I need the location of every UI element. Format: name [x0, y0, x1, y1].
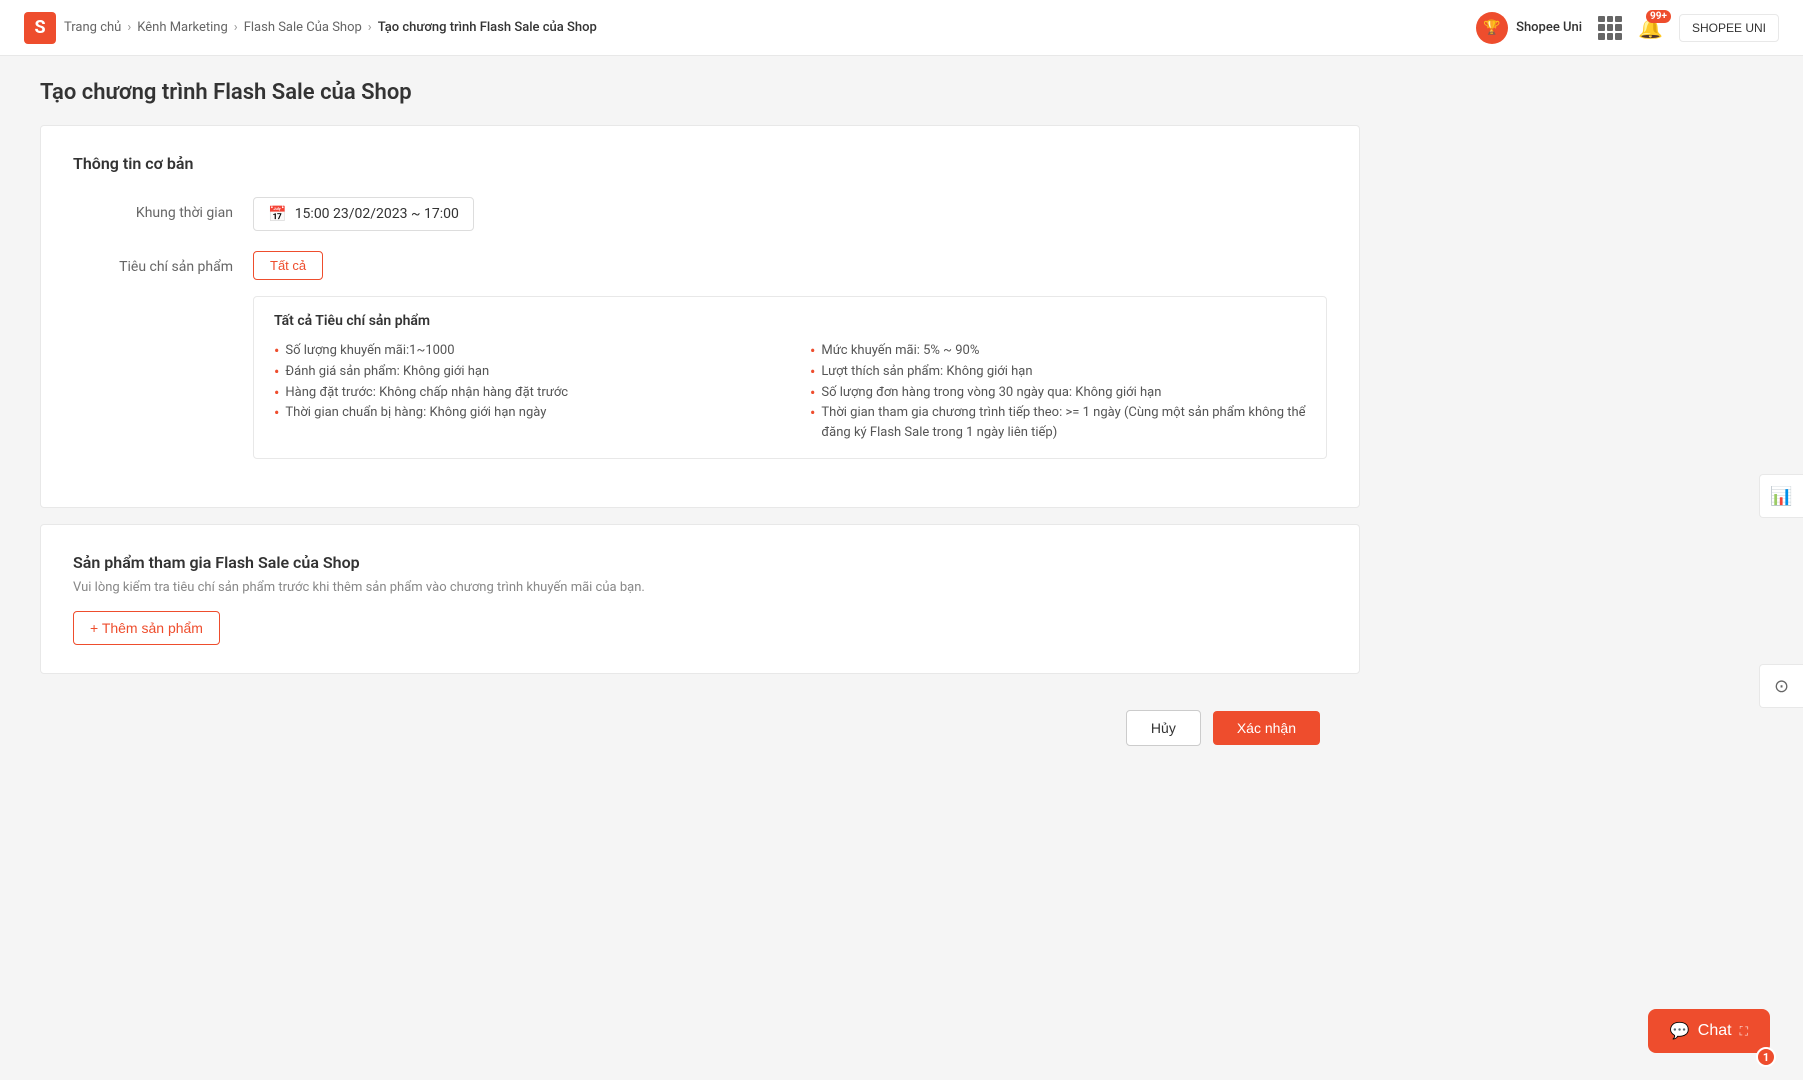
- grid-dot: [1615, 16, 1622, 23]
- breadcrumb-item-flashsale[interactable]: Flash Sale Của Shop: [244, 20, 362, 35]
- grid-apps-icon[interactable]: [1598, 16, 1622, 40]
- grid-dot: [1598, 24, 1605, 31]
- time-label: Khung thời gian: [73, 197, 253, 221]
- analytics-icon: 📊: [1770, 486, 1792, 507]
- time-row: Khung thời gian 📅 15:00 23/02/2023 ~ 17:…: [73, 197, 1327, 231]
- add-product-button[interactable]: + Thêm sản phẩm: [73, 611, 220, 645]
- criteria-item-text: Số lượng khuyến mãi:1~1000: [285, 341, 454, 361]
- products-card: Sản phẩm tham gia Flash Sale của Shop Vu…: [40, 524, 1360, 674]
- criteria-box: Tất cả Tiêu chí sản phẩm • Số lượng khuy…: [253, 296, 1327, 459]
- bullet-icon: •: [810, 362, 815, 383]
- basic-info-title: Thông tin cơ bản: [73, 154, 1327, 173]
- criteria-col-right: • Mức khuyến mãi: 5% ~ 90% • Lượt thích …: [810, 341, 1306, 442]
- header-right: 🏆 Shopee Uni 🔔 99+ SHOPEE UNI: [1476, 12, 1779, 44]
- bullet-icon: •: [810, 403, 815, 424]
- criteria-row: Tiêu chí sản phẩm Tất cả Tất cả Tiêu chí…: [73, 251, 1327, 459]
- bullet-icon: •: [274, 362, 279, 383]
- bullet-icon: •: [274, 341, 279, 362]
- support-icon: ⊙: [1774, 676, 1789, 697]
- grid-dot: [1598, 33, 1605, 40]
- shopee-logo: S: [24, 12, 56, 44]
- header-left: S Trang chủ › Kênh Marketing › Flash Sal…: [24, 12, 597, 44]
- criteria-item-text: Thời gian chuẩn bị hàng: Không giới hạn …: [285, 403, 546, 423]
- shopee-uni-label: Shopee Uni: [1516, 20, 1582, 35]
- basic-info-card: Thông tin cơ bản Khung thời gian 📅 15:00…: [40, 125, 1360, 508]
- support-widget[interactable]: ⊙: [1759, 664, 1803, 708]
- confirm-button[interactable]: Xác nhận: [1213, 711, 1320, 745]
- grid-dot: [1607, 24, 1614, 31]
- criteria-item-text: Mức khuyến mãi: 5% ~ 90%: [821, 341, 979, 361]
- grid-dot: [1598, 16, 1605, 23]
- breadcrumb-sep-3: ›: [368, 20, 372, 35]
- time-value: 15:00 23/02/2023 ~ 17:00: [295, 206, 459, 222]
- criteria-control: Tất cả Tất cả Tiêu chí sản phẩm • Số lượ…: [253, 251, 1327, 459]
- criteria-col-left: • Số lượng khuyến mãi:1~1000 • Đánh giá …: [274, 341, 770, 442]
- shopee-uni-icon: 🏆: [1476, 12, 1508, 44]
- grid-dot: [1607, 33, 1614, 40]
- breadcrumb-sep-2: ›: [234, 20, 238, 35]
- criteria-item-8: • Thời gian tham gia chương trình tiếp t…: [810, 403, 1306, 442]
- cancel-button[interactable]: Hủy: [1126, 710, 1201, 746]
- page-title: Tạo chương trình Flash Sale của Shop: [40, 80, 1360, 105]
- grid-dot: [1607, 16, 1614, 23]
- shopee-uni-link[interactable]: 🏆 Shopee Uni: [1476, 12, 1582, 44]
- criteria-item-text: Lượt thích sản phẩm: Không giới hạn: [821, 362, 1032, 382]
- notification-badge: 99+: [1646, 10, 1671, 23]
- criteria-item-4: • Lượt thích sản phẩm: Không giới hạn: [810, 362, 1306, 383]
- products-subtitle: Vui lòng kiểm tra tiêu chí sản phẩm trướ…: [73, 580, 1327, 595]
- criteria-item-7: • Thời gian chuẩn bị hàng: Không giới hạ…: [274, 403, 770, 424]
- breadcrumb-sep-1: ›: [127, 20, 131, 35]
- analytics-widget[interactable]: 📊: [1759, 474, 1803, 518]
- criteria-label: Tiêu chí sản phẩm: [73, 251, 253, 275]
- criteria-item-text: Hàng đặt trước: Không chấp nhận hàng đặt…: [285, 383, 568, 403]
- expand-icon: ⛶: [1740, 1024, 1748, 1039]
- bullet-icon: •: [274, 383, 279, 404]
- criteria-item-3: • Đánh giá sản phẩm: Không giới hạn: [274, 362, 770, 383]
- notification-button[interactable]: 🔔 99+: [1638, 16, 1663, 40]
- breadcrumb-item-create: Tạo chương trình Flash Sale của Shop: [378, 20, 597, 35]
- breadcrumb: Trang chủ › Kênh Marketing › Flash Sale …: [64, 20, 597, 35]
- criteria-grid: • Số lượng khuyến mãi:1~1000 • Đánh giá …: [274, 341, 1306, 442]
- chat-button[interactable]: 💬 Chat ⛶: [1648, 1009, 1770, 1053]
- criteria-item-text: Thời gian tham gia chương trình tiếp the…: [821, 403, 1306, 442]
- criteria-item-1: • Số lượng khuyến mãi:1~1000: [274, 341, 770, 362]
- criteria-item-6: • Số lượng đơn hàng trong vòng 30 ngày q…: [810, 383, 1306, 404]
- main-content: Tạo chương trình Flash Sale của Shop Thô…: [0, 56, 1400, 790]
- grid-dot: [1615, 33, 1622, 40]
- criteria-item-2: • Mức khuyến mãi: 5% ~ 90%: [810, 341, 1306, 362]
- footer-actions: Hủy Xác nhận: [40, 690, 1360, 766]
- chat-label: Chat: [1698, 1022, 1732, 1040]
- criteria-all-button[interactable]: Tất cả: [253, 251, 323, 280]
- bullet-icon: •: [274, 403, 279, 424]
- chat-icon: 💬: [1670, 1021, 1690, 1041]
- time-control: 📅 15:00 23/02/2023 ~ 17:00: [253, 197, 1327, 231]
- products-title: Sản phẩm tham gia Flash Sale của Shop: [73, 553, 1327, 572]
- grid-dot: [1615, 24, 1622, 31]
- chat-badge: 1: [1756, 1047, 1776, 1067]
- criteria-item-text: Đánh giá sản phẩm: Không giới hạn: [285, 362, 489, 382]
- criteria-box-title: Tất cả Tiêu chí sản phẩm: [274, 313, 1306, 329]
- user-menu-button[interactable]: SHOPEE UNI: [1679, 14, 1779, 42]
- bullet-icon: •: [810, 383, 815, 404]
- time-input[interactable]: 📅 15:00 23/02/2023 ~ 17:00: [253, 197, 474, 231]
- header: S Trang chủ › Kênh Marketing › Flash Sal…: [0, 0, 1803, 56]
- criteria-item-5: • Hàng đặt trước: Không chấp nhận hàng đ…: [274, 383, 770, 404]
- criteria-item-text: Số lượng đơn hàng trong vòng 30 ngày qua…: [821, 383, 1161, 403]
- bullet-icon: •: [810, 341, 815, 362]
- breadcrumb-item-marketing[interactable]: Kênh Marketing: [137, 20, 228, 35]
- calendar-icon: 📅: [268, 205, 287, 223]
- breadcrumb-item-home[interactable]: Trang chủ: [64, 20, 121, 35]
